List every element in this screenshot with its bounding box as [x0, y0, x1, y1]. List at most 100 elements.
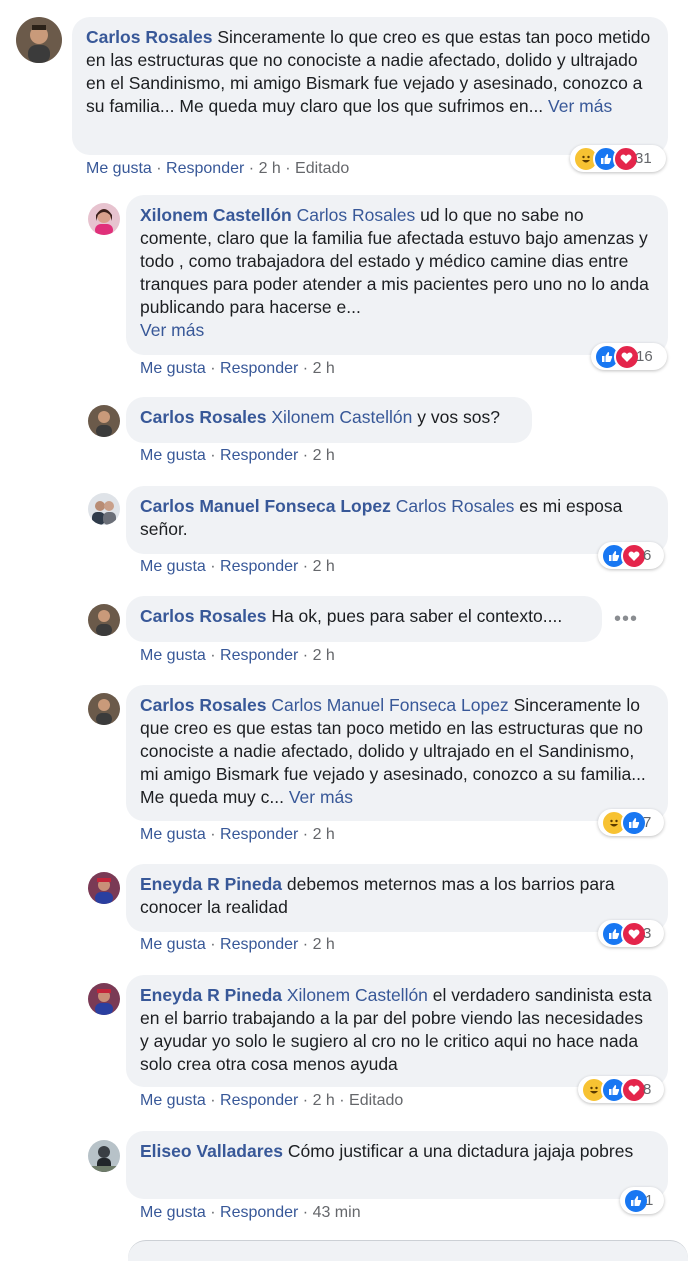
comment-bubble: Carlos Rosales Ha ok, pues para saber el… — [126, 596, 602, 642]
see-more-link[interactable]: Ver más — [140, 320, 204, 340]
comment-author[interactable]: Carlos Rosales — [140, 695, 266, 715]
see-more-link[interactable]: Ver más — [289, 787, 353, 807]
comment-bubble: Eneyda R Pineda debemos meternos mas a l… — [126, 864, 668, 932]
avatar[interactable] — [88, 203, 120, 235]
avatar[interactable] — [16, 17, 62, 63]
comment-actions: Me gusta · Responder · 2 h — [140, 360, 335, 377]
comment-text: Ha ok, pues para saber el contexto.... — [271, 606, 563, 626]
edited-label[interactable]: Editado — [349, 1092, 403, 1109]
like-link[interactable]: Me gusta — [140, 826, 206, 843]
comment-bubble: Xilonem Castellón Carlos Rosales ud lo q… — [126, 195, 668, 355]
avatar[interactable] — [88, 493, 120, 525]
comment-time[interactable]: 2 h — [313, 936, 335, 953]
reaction-count: 3 — [643, 925, 652, 942]
user-photo-icon — [88, 983, 120, 1015]
comment-text: Cómo justificar a una dictadura jajaja p… — [287, 1141, 634, 1161]
avatar[interactable] — [88, 983, 120, 1015]
user-photo-icon — [88, 493, 120, 525]
comment-time[interactable]: 2 h — [313, 558, 335, 575]
reply-link[interactable]: Responder — [220, 647, 298, 664]
mention-link[interactable]: Carlos Manuel Fonseca Lopez — [271, 695, 508, 715]
reaction-summary[interactable]: 16 — [591, 343, 667, 370]
like-link[interactable]: Me gusta — [140, 447, 206, 464]
reply-link[interactable]: Responder — [220, 447, 298, 464]
user-photo-icon — [88, 1140, 120, 1172]
reaction-count: 8 — [643, 1081, 652, 1098]
reaction-summary[interactable]: 31 — [570, 145, 666, 172]
like-link[interactable]: Me gusta — [140, 558, 206, 575]
comment-time[interactable]: 2 h — [313, 360, 335, 377]
comment-time[interactable]: 2 h — [313, 647, 335, 664]
reply-link[interactable]: Responder — [220, 558, 298, 575]
like-link[interactable]: Me gusta — [140, 360, 206, 377]
reaction-summary[interactable]: 6 — [598, 542, 664, 569]
comment-actions: Me gusta · Responder · 43 min — [140, 1204, 361, 1221]
like-link[interactable]: Me gusta — [140, 936, 206, 953]
comment-input-box[interactable] — [128, 1240, 688, 1261]
comment-author[interactable]: Carlos Rosales — [140, 606, 266, 626]
comment-author[interactable]: Eneyda R Pineda — [140, 874, 282, 894]
reaction-summary[interactable]: 3 — [598, 920, 664, 947]
reply-link[interactable]: Responder — [220, 360, 298, 377]
comment-actions: Me gusta · Responder · 2 h — [140, 647, 335, 664]
comment-time[interactable]: 2 h — [313, 1092, 335, 1109]
comment-bubble: Carlos Rosales Carlos Manuel Fonseca Lop… — [126, 685, 668, 821]
more-options-icon[interactable]: ••• — [614, 608, 638, 631]
comment-actions: Me gusta · Responder · 2 h · Editado — [86, 160, 350, 177]
comment-actions: Me gusta · Responder · 2 h — [140, 447, 335, 464]
comment-author[interactable]: Xilonem Castellón — [140, 205, 292, 225]
like-link[interactable]: Me gusta — [140, 1092, 206, 1109]
edited-label[interactable]: Editado — [295, 160, 349, 177]
mention-link[interactable]: Carlos Rosales — [396, 496, 515, 516]
reaction-count: 1 — [645, 1192, 654, 1209]
reply-link[interactable]: Responder — [220, 1092, 298, 1109]
reaction-summary[interactable]: 7 — [598, 809, 664, 836]
avatar[interactable] — [88, 405, 120, 437]
comment-time[interactable]: 2 h — [259, 160, 281, 177]
like-link[interactable]: Me gusta — [86, 160, 152, 177]
comment-actions: Me gusta · Responder · 2 h — [140, 826, 335, 843]
comment-actions: Me gusta · Responder · 2 h — [140, 936, 335, 953]
avatar[interactable] — [88, 604, 120, 636]
comment-author[interactable]: Eneyda R Pineda — [140, 985, 282, 1005]
reaction-summary[interactable]: 1 — [620, 1187, 664, 1214]
user-photo-icon — [88, 203, 120, 235]
reply-link[interactable]: Responder — [220, 1204, 298, 1221]
avatar[interactable] — [88, 693, 120, 725]
comment-bubble: Eliseo Valladares Cómo justificar a una … — [126, 1131, 668, 1199]
like-link[interactable]: Me gusta — [140, 647, 206, 664]
comment-author[interactable]: Eliseo Valladares — [140, 1141, 283, 1161]
reaction-count: 16 — [636, 348, 653, 365]
user-photo-icon — [16, 17, 62, 63]
comment-time[interactable]: 2 h — [313, 826, 335, 843]
see-more-link[interactable]: Ver más — [548, 96, 612, 116]
comment-author[interactable]: Carlos Rosales — [140, 407, 266, 427]
comment-bubble: Carlos Manuel Fonseca Lopez Carlos Rosal… — [126, 486, 668, 554]
comment-author[interactable]: Carlos Manuel Fonseca Lopez — [140, 496, 391, 516]
reply-link[interactable]: Responder — [220, 936, 298, 953]
user-photo-icon — [88, 405, 120, 437]
reply-link[interactable]: Responder — [166, 160, 244, 177]
user-photo-icon — [88, 872, 120, 904]
reply-link[interactable]: Responder — [220, 826, 298, 843]
comment-text: y vos sos? — [417, 407, 500, 427]
avatar[interactable] — [88, 1140, 120, 1172]
comment-time[interactable]: 43 min — [313, 1204, 361, 1221]
mention-link[interactable]: Xilonem Castellón — [271, 407, 412, 427]
like-link[interactable]: Me gusta — [140, 1204, 206, 1221]
mention-link[interactable]: Xilonem Castellón — [287, 985, 428, 1005]
comment-author[interactable]: Carlos Rosales — [86, 27, 212, 47]
user-photo-icon — [88, 693, 120, 725]
user-photo-icon — [88, 604, 120, 636]
comment-actions: Me gusta · Responder · 2 h — [140, 558, 335, 575]
comment-time[interactable]: 2 h — [313, 447, 335, 464]
avatar[interactable] — [88, 872, 120, 904]
reaction-count: 31 — [635, 150, 652, 167]
comment-bubble: Carlos Rosales Xilonem Castellón y vos s… — [126, 397, 532, 443]
reaction-count: 6 — [643, 547, 652, 564]
comment-bubble: Eneyda R Pineda Xilonem Castellón el ver… — [126, 975, 668, 1087]
mention-link[interactable]: Carlos Rosales — [297, 205, 416, 225]
reaction-count: 7 — [643, 814, 652, 831]
reaction-summary[interactable]: 8 — [578, 1076, 664, 1103]
comment-actions: Me gusta · Responder · 2 h · Editado — [140, 1092, 404, 1109]
